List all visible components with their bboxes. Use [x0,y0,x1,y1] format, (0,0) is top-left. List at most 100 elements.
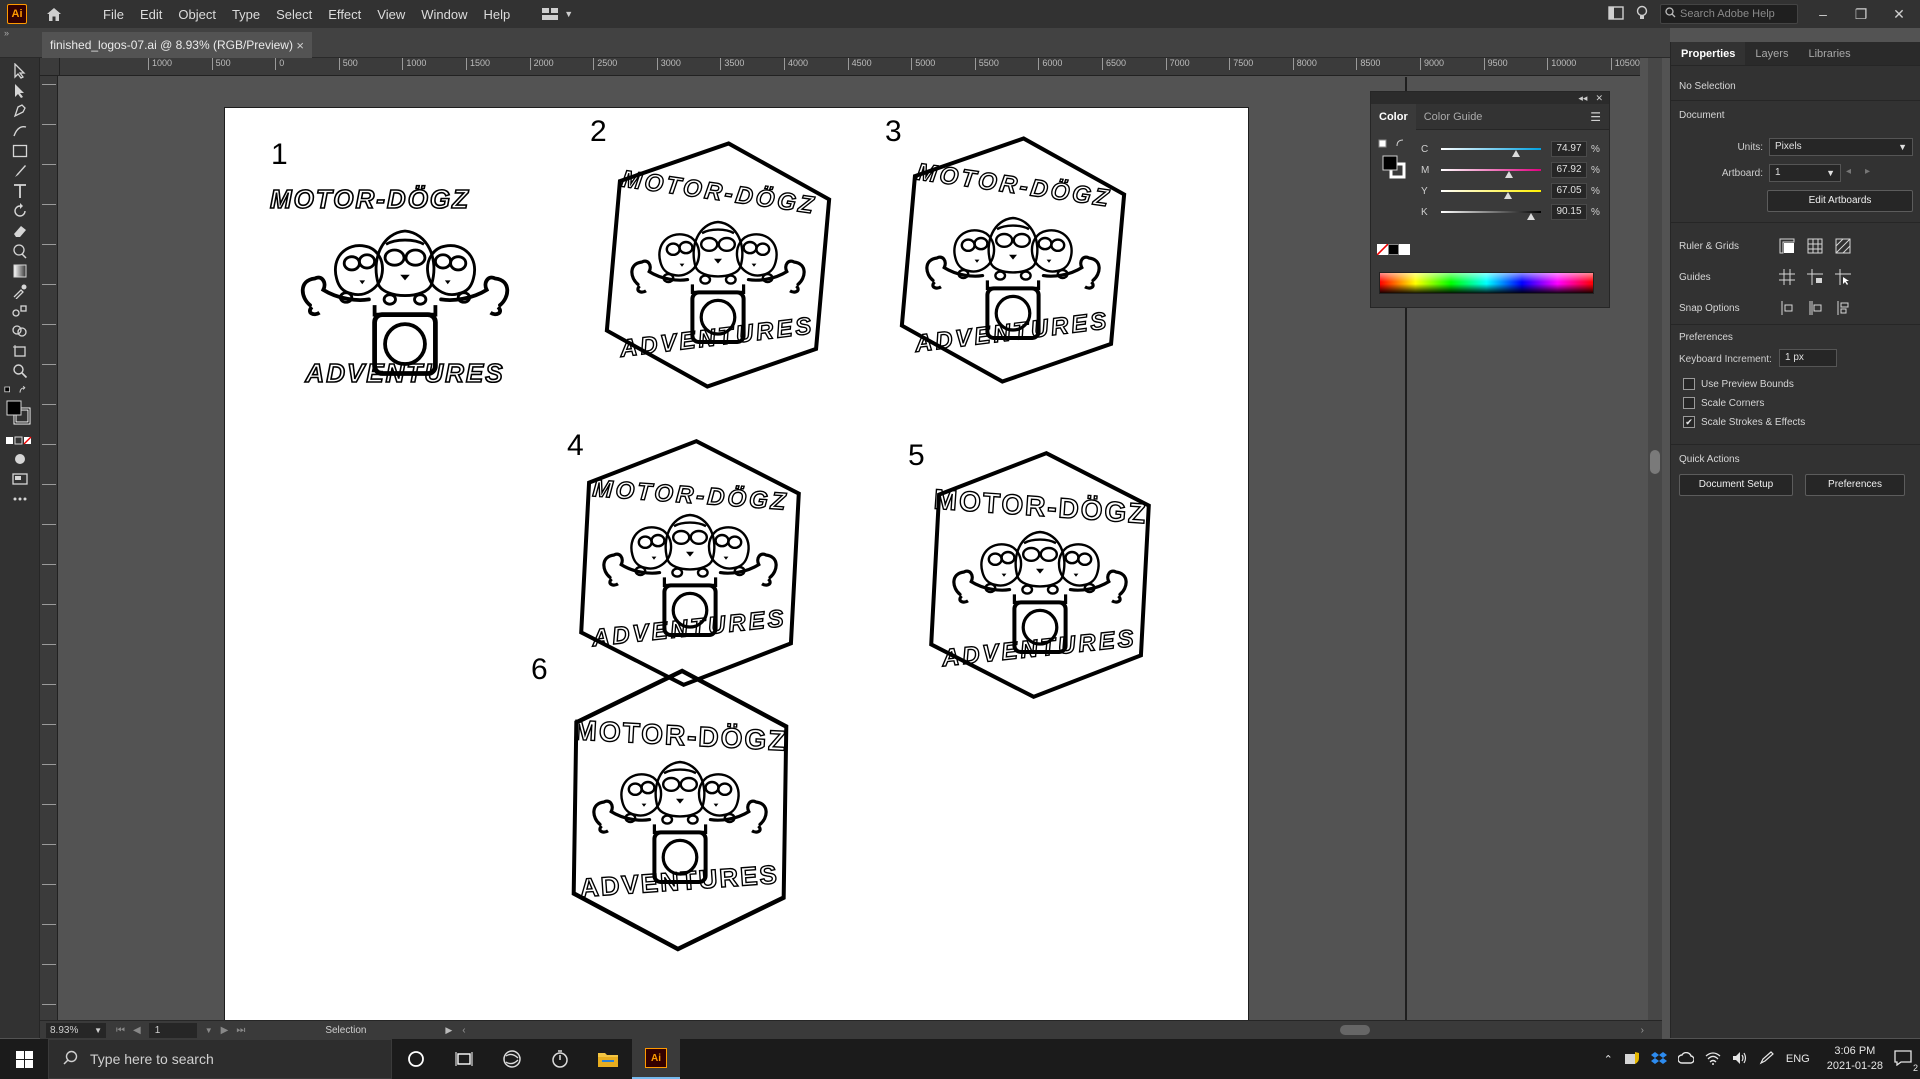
fill-stroke-swatch-icon[interactable] [4,398,34,428]
tab-libraries[interactable]: Libraries [1798,42,1860,65]
horizontal-scrollbar-thumb[interactable] [1340,1025,1370,1035]
slider-thumb[interactable] [1527,213,1535,220]
blend-tool-icon[interactable] [8,300,32,322]
horizontal-ruler[interactable]: 1000 500 0 500 1000 1500 2000 2500 3000 3500 4000 4… [60,58,1640,76]
volume-icon[interactable] [1732,1051,1748,1068]
timer-app-icon[interactable] [536,1039,584,1079]
logo-1[interactable]: MOTOR-DÖGZ ADVENTURES [269,183,507,389]
show-hidden-icons-icon[interactable]: ⌃ [1604,1053,1613,1066]
slider-track-m[interactable] [1441,169,1541,178]
cortana-icon[interactable] [392,1039,440,1079]
paintbrush-tool-icon[interactable] [8,160,32,182]
task-view-icon[interactable] [440,1039,488,1079]
vertical-scrollbar-thumb[interactable] [1650,450,1660,474]
snap-to-glyph-icon[interactable] [1833,298,1853,318]
selection-tool-icon[interactable] [8,60,32,82]
arrange-documents-button[interactable]: ▼ [542,8,573,20]
menu-window[interactable]: Window [413,7,475,22]
windows-start-icon[interactable] [0,1039,48,1079]
menu-file[interactable]: File [95,7,132,22]
chevron-down-icon[interactable]: ▼ [205,1026,213,1035]
panel-toggle-icon[interactable] [1608,5,1624,23]
snap-to-point-icon[interactable] [1777,298,1797,318]
slider-value-field[interactable]: 90.15 [1551,204,1587,220]
document-tab[interactable]: finished_logos-07.ai @ 8.93% (RGB/Previe… [42,32,312,58]
white-swatch[interactable] [1399,244,1410,255]
checkmark-icon[interactable]: ✔ [1683,416,1695,428]
logo-3[interactable]: MOTOR-DÖGZ ADVENTURES [895,127,1131,393]
vertical-ruler[interactable] [40,76,58,1020]
keyboard-increment-field[interactable]: 1 px [1779,349,1837,367]
clock[interactable]: 3:06 PM 2021-01-28 [1827,1044,1883,1074]
restore-button[interactable]: ❐ [1848,6,1874,23]
menu-help[interactable]: Help [475,7,518,22]
checkbox-box[interactable] [1683,397,1695,409]
logo-6[interactable]: MOTOR-DÖGZ ADVENTURES [573,669,788,951]
status-menu-arrow-icon[interactable]: ▶ [445,1025,452,1036]
preferences-button[interactable]: Preferences [1805,474,1905,496]
guides-icon[interactable] [1777,267,1797,287]
smart-guides-icon[interactable] [1833,267,1853,287]
vertical-scrollbar[interactable] [1648,58,1662,1020]
illustrator-taskbar-icon[interactable]: Ai [632,1039,680,1079]
slider-thumb[interactable] [1505,171,1513,178]
dropbox-icon[interactable] [1650,1051,1667,1068]
shape-builder-tool-icon[interactable] [8,320,32,342]
next-artboard-icon[interactable]: ▶ [221,1025,229,1036]
slider-value-field[interactable]: 67.92 [1551,162,1587,178]
scroll-right-icon[interactable]: › [1641,1025,1644,1036]
slider-value-field[interactable]: 74.97 [1551,141,1587,157]
menu-select[interactable]: Select [268,7,320,22]
tab-layers[interactable]: Layers [1745,42,1798,65]
browser-app-icon[interactable] [488,1039,536,1079]
slider-track-c[interactable] [1441,148,1541,157]
menu-object[interactable]: Object [170,7,224,22]
ruler-icon[interactable] [1777,236,1797,256]
toolbar-collapse-icon[interactable]: » [0,28,40,38]
lock-guides-icon[interactable] [1805,267,1825,287]
collapse-panel-icon[interactable]: ◂◂ [1578,93,1587,104]
none-swatch-icon[interactable] [1377,244,1388,255]
artboard-number-field[interactable]: 1 [148,1022,197,1038]
transparency-grid-icon[interactable] [1833,236,1853,256]
menu-type[interactable]: Type [224,7,268,22]
close-window-button[interactable]: ✕ [1886,6,1912,23]
input-language[interactable]: ENG [1786,1053,1810,1065]
grid-icon[interactable] [1805,236,1825,256]
eyedropper-tool-icon[interactable] [8,280,32,302]
zoom-level-field[interactable]: 8.93% ▼ [46,1022,106,1038]
color-panel-header[interactable]: ◂◂ ✕ [1371,92,1609,104]
slider-track-y[interactable] [1441,190,1541,199]
screen-mode-icon[interactable] [8,468,32,490]
document-setup-button[interactable]: Document Setup [1679,474,1793,496]
close-panel-icon[interactable]: ✕ [1595,93,1603,104]
first-artboard-icon[interactable]: ⏮ [116,1025,125,1036]
previous-artboard-icon[interactable]: ◂ [1846,166,1851,177]
menu-view[interactable]: View [369,7,413,22]
last-artboard-icon[interactable]: ⏭ [236,1025,245,1036]
logo-4[interactable]: MOTOR-DÖGZ ADVENTURES [579,436,801,691]
edit-artboards-button[interactable]: Edit Artboards [1767,190,1913,212]
fill-stroke-mini-icon[interactable] [1377,138,1411,185]
menu-effect[interactable]: Effect [320,7,369,22]
artboard-1[interactable]: 1 MOTOR-DÖGZ ADVENTURES 2 MOTOR-DÖGZ ADV… [224,107,1249,1020]
previous-artboard-icon[interactable]: ◀ [133,1025,141,1036]
curvature-tool-icon[interactable] [8,120,32,142]
logo-2[interactable]: MOTOR-DÖGZ ADVENTURES [600,132,836,398]
width-tool-icon[interactable] [8,240,32,262]
gradient-tool-icon[interactable] [8,260,32,282]
lightbulb-icon[interactable] [1636,5,1648,24]
slider-thumb[interactable] [1512,150,1520,157]
scale-corners-checkbox[interactable]: Scale Corners [1683,397,1764,409]
artboard-tool-icon[interactable] [8,340,32,362]
rotate-tool-icon[interactable] [8,200,32,222]
black-swatch[interactable] [1388,244,1399,255]
type-tool-icon[interactable] [8,180,32,202]
use-preview-bounds-checkbox[interactable]: Use Preview Bounds [1683,378,1794,390]
ruler-origin[interactable] [40,58,60,76]
units-select[interactable]: Pixels ▼ [1769,138,1913,156]
slider-value-field[interactable]: 67.05 [1551,183,1587,199]
pen-workspace-icon[interactable] [1759,1050,1775,1068]
tab-color[interactable]: Color [1371,103,1416,130]
drawing-mode-icon[interactable] [8,448,32,470]
